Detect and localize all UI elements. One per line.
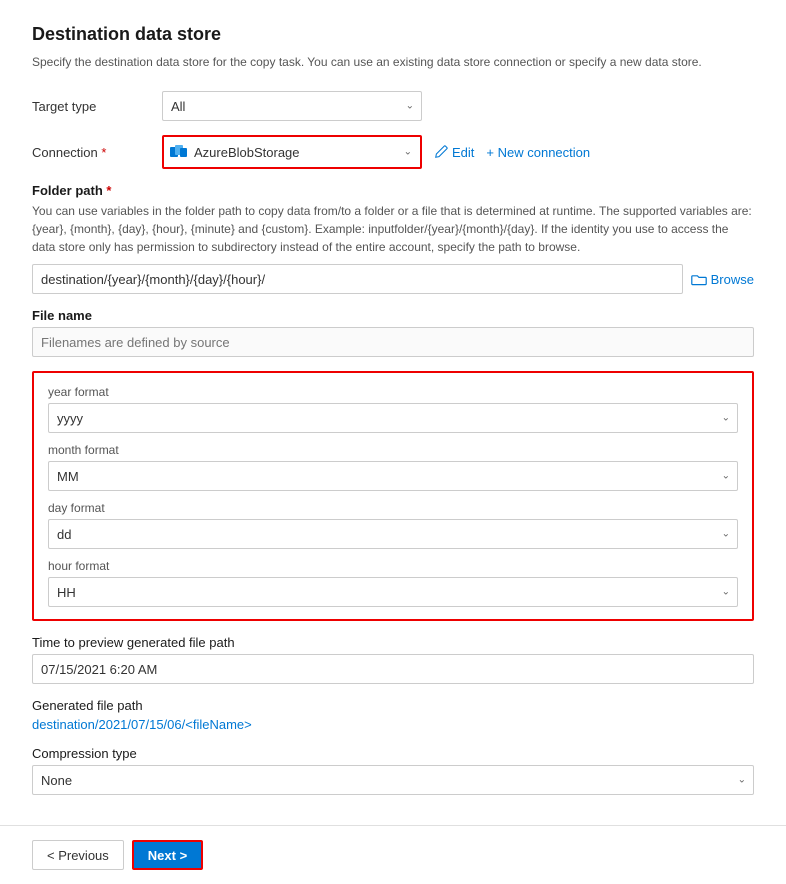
day-format-label: day format	[48, 501, 738, 515]
hour-format-label: hour format	[48, 559, 738, 573]
edit-link[interactable]: Edit	[434, 145, 474, 160]
target-type-row: Target type All Azure On-premises ⌄	[32, 91, 754, 121]
file-name-label: File name	[32, 308, 754, 323]
day-format-select-wrapper: dd d ⌄	[48, 519, 738, 549]
year-format-select[interactable]: yyyy yy	[48, 403, 738, 433]
connection-wrapper: AzureBlobStorage ⌄ Edit + New connection	[162, 135, 590, 169]
edit-icon	[434, 145, 448, 159]
page-title: Destination data store	[32, 24, 754, 45]
folder-path-description: You can use variables in the folder path…	[32, 202, 754, 256]
folder-path-input[interactable]	[32, 264, 683, 294]
target-type-label: Target type	[32, 99, 162, 114]
preview-section: Time to preview generated file path	[32, 635, 754, 684]
connection-select[interactable]: AzureBlobStorage	[164, 137, 420, 167]
year-format-label: year format	[48, 385, 738, 399]
month-format-label: month format	[48, 443, 738, 457]
month-format-row: month format MM M ⌄	[48, 443, 738, 491]
folder-path-label: Folder path *	[32, 183, 754, 198]
month-format-select-wrapper: MM M ⌄	[48, 461, 738, 491]
page-description: Specify the destination data store for t…	[32, 53, 754, 71]
generated-path-value: destination/2021/07/15/06/<fileName>	[32, 717, 754, 732]
folder-path-row: Browse	[32, 264, 754, 294]
connection-label: Connection *	[32, 145, 162, 160]
target-type-select-wrapper: All Azure On-premises ⌄	[162, 91, 422, 121]
compression-label: Compression type	[32, 746, 754, 761]
month-format-select[interactable]: MM M	[48, 461, 738, 491]
hour-format-select-wrapper: HH H hh h ⌄	[48, 577, 738, 607]
compression-select[interactable]: None GZip Deflate BZip2 ZipDeflate Snapp…	[32, 765, 754, 795]
main-content: Destination data store Specify the desti…	[0, 0, 786, 825]
generated-path-section: Generated file path destination/2021/07/…	[32, 698, 754, 732]
day-format-select[interactable]: dd d	[48, 519, 738, 549]
connection-select-box: AzureBlobStorage ⌄	[162, 135, 422, 169]
page-container: Destination data store Specify the desti…	[0, 0, 786, 884]
connection-required: *	[101, 145, 106, 160]
browse-button[interactable]: Browse	[691, 272, 754, 287]
previous-button[interactable]: < Previous	[32, 840, 124, 870]
file-name-section: File name	[32, 308, 754, 357]
generated-path-label: Generated file path	[32, 698, 754, 713]
year-format-row: year format yyyy yy ⌄	[48, 385, 738, 433]
format-box: year format yyyy yy ⌄ month format MM M	[32, 371, 754, 621]
next-button[interactable]: Next >	[132, 840, 203, 870]
hour-format-select[interactable]: HH H hh h	[48, 577, 738, 607]
folder-path-section: Folder path * You can use variables in t…	[32, 183, 754, 294]
year-format-select-wrapper: yyyy yy ⌄	[48, 403, 738, 433]
preview-label: Time to preview generated file path	[32, 635, 754, 650]
preview-input[interactable]	[32, 654, 754, 684]
footer: < Previous Next >	[0, 825, 786, 884]
compression-section: Compression type None GZip Deflate BZip2…	[32, 746, 754, 795]
compression-select-wrapper: None GZip Deflate BZip2 ZipDeflate Snapp…	[32, 765, 754, 795]
browse-icon	[691, 272, 707, 286]
hour-format-row: hour format HH H hh h ⌄	[48, 559, 738, 607]
day-format-row: day format dd d ⌄	[48, 501, 738, 549]
connection-row: Connection * AzureBlobStorage ⌄	[32, 135, 754, 169]
new-connection-link[interactable]: + New connection	[486, 145, 590, 160]
file-name-input[interactable]	[32, 327, 754, 357]
target-type-select[interactable]: All Azure On-premises	[162, 91, 422, 121]
